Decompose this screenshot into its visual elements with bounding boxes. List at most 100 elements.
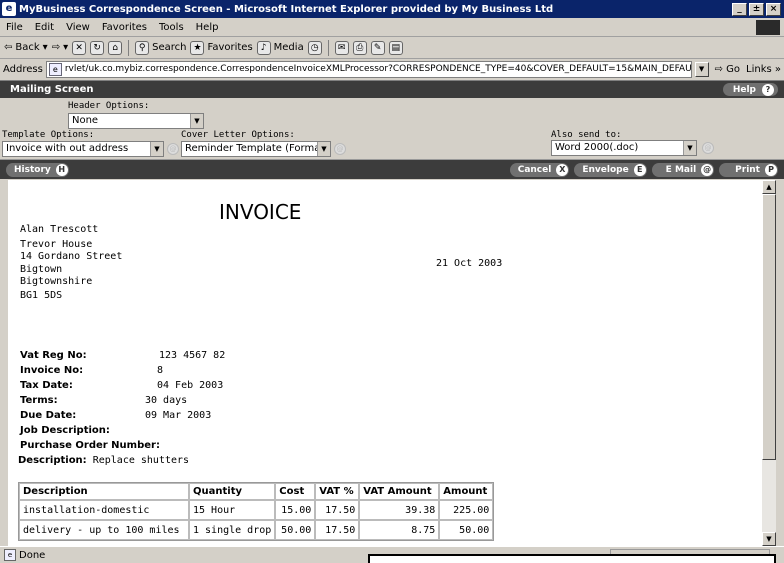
template-preview-icon: @ <box>167 143 179 155</box>
go-arrow-icon: ⇨ <box>714 64 723 75</box>
table-header-row: Description Quantity Cost VAT % VAT Amou… <box>19 483 494 500</box>
media-icon: ♪ <box>256 40 271 55</box>
email-button[interactable]: E Mail @ <box>651 162 715 177</box>
address-url: rvlet/uk.co.mybiz.correspondence.Corresp… <box>64 64 692 74</box>
close-button[interactable]: × <box>766 2 781 16</box>
table-cell: 17.50 <box>315 520 360 540</box>
template-options-label: Template Options: <box>2 130 95 140</box>
scroll-down-icon[interactable]: ▼ <box>762 532 776 546</box>
table-cell: 39.38 <box>359 500 440 520</box>
discuss-icon[interactable]: ▤ <box>388 40 403 55</box>
search-button[interactable]: ⚲ Search <box>135 40 186 55</box>
menu-view[interactable]: View <box>60 22 96 33</box>
action-bar: History H Cancel X Envelope E E Mail @ Print… <box>0 160 784 179</box>
address-label: Address <box>3 64 43 75</box>
invoice-date: 21 Oct 2003 <box>436 258 503 269</box>
help-icon: ? <box>762 83 774 96</box>
menu-help[interactable]: Help <box>190 22 225 33</box>
address-line: Trevor House <box>20 239 93 250</box>
maximize-button[interactable]: ± <box>749 2 764 16</box>
favorites-button[interactable]: ★ Favorites <box>190 40 253 55</box>
table-cell: 225.00 <box>439 500 494 520</box>
menu-favorites[interactable]: Favorites <box>96 22 153 33</box>
refresh-icon[interactable]: ↻ <box>90 40 105 55</box>
ie-logo-icon: e <box>2 2 16 16</box>
envelope-key-icon: E <box>633 163 646 176</box>
column-header: VAT Amount <box>359 483 440 500</box>
table-cell: installation-domestic <box>19 500 189 520</box>
table-cell: 17.50 <box>315 500 360 520</box>
menu-bar: File Edit View Favorites Tools Help <box>0 18 784 37</box>
address-line: Bigtown <box>20 264 63 275</box>
options-panel: Header Options: None ▼ Template Options: … <box>0 98 784 160</box>
forward-button[interactable]: ⇨ ▾ <box>52 42 68 53</box>
email-key-icon: @ <box>701 163 714 176</box>
also-send-preview-icon: @ <box>702 142 714 154</box>
links-button[interactable]: Links » <box>746 64 784 75</box>
cover-letter-preview-icon: @ <box>334 143 346 155</box>
media-button[interactable]: ♪ Media <box>256 40 304 55</box>
terms-field: Terms: <box>20 395 58 406</box>
history-icon[interactable]: ◷ <box>307 40 322 55</box>
also-send-to-select[interactable]: Word 2000(.doc) ▼ <box>551 140 697 156</box>
toolbar-separator <box>327 39 329 56</box>
toolbar-separator <box>128 39 130 56</box>
help-button[interactable]: Help? <box>722 83 778 96</box>
minimize-button[interactable]: _ <box>732 2 747 16</box>
table-cell: 1 single drop <box>189 520 276 540</box>
due-date-field: Due Date: <box>20 410 77 421</box>
column-header: Amount <box>439 483 494 500</box>
table-cell: delivery - up to 100 miles <box>19 520 189 540</box>
scroll-up-icon[interactable]: ▲ <box>762 180 776 194</box>
menu-edit[interactable]: Edit <box>29 22 60 33</box>
template-options-select[interactable]: Invoice with out address ▼ <box>2 141 164 157</box>
back-arrow-icon: ⇦ <box>4 42 13 53</box>
cover-letter-label: Cover Letter Options: <box>181 130 295 140</box>
mail-icon[interactable]: ✉ <box>334 40 349 55</box>
table-row: installation-domestic 15 Hour 15.00 17.5… <box>19 500 494 520</box>
back-button[interactable]: ⇦ Back ▾ <box>4 42 48 53</box>
scroll-thumb[interactable] <box>762 194 776 460</box>
cover-letter-select[interactable]: Reminder Template (Formal) ▼ <box>181 141 331 157</box>
address-input[interactable]: e rvlet/uk.co.mybiz.correspondence.Corres… <box>45 61 692 78</box>
menu-tools[interactable]: Tools <box>153 22 190 33</box>
title-bar: e MyBusiness Correspondence Screen - Mic… <box>0 0 784 18</box>
address-bar: Address e rvlet/uk.co.mybiz.correspondenc… <box>0 59 784 81</box>
tax-date-value: 04 Feb 2003 <box>157 380 224 391</box>
page-icon: e <box>48 63 62 76</box>
table-cell: 15.00 <box>275 500 316 520</box>
overlay-box <box>368 554 776 563</box>
edit-icon[interactable]: ✎ <box>370 40 385 55</box>
windows-logo-icon <box>756 19 780 35</box>
print-icon[interactable]: ⎙ <box>352 40 367 55</box>
tax-date-field: Tax Date: <box>20 380 73 391</box>
invoice-no-value: 8 <box>157 365 164 376</box>
address-line: BG1 5DS <box>20 290 63 301</box>
chevron-down-icon: ▼ <box>683 141 696 155</box>
stop-icon[interactable]: ✕ <box>72 40 87 55</box>
history-button[interactable]: History H <box>6 162 69 177</box>
table-cell: 15 Hour <box>189 500 276 520</box>
toolbar: ⇦ Back ▾ ⇨ ▾ ✕ ↻ ⌂ ⚲ Search ★ Favorites ♪ Me… <box>0 37 784 59</box>
purchase-order-field: Purchase Order Number: <box>20 440 160 451</box>
chevron-down-icon: ▼ <box>150 142 163 156</box>
cancel-button[interactable]: Cancel X <box>509 162 570 177</box>
header-options-select[interactable]: None ▼ <box>68 113 204 129</box>
favorites-icon: ★ <box>190 40 205 55</box>
cancel-key-icon: X <box>556 163 569 176</box>
vertical-scrollbar[interactable]: ▲ ▼ <box>762 180 776 546</box>
description-field: Description: Replace shutters <box>18 455 190 466</box>
home-icon[interactable]: ⌂ <box>108 40 123 55</box>
due-date-value: 09 Mar 2003 <box>145 410 212 421</box>
page-done-icon: e <box>4 549 16 561</box>
history-key-icon: H <box>55 163 68 176</box>
print-button[interactable]: Print P <box>719 162 778 177</box>
table-row: delivery - up to 100 miles 1 single drop… <box>19 520 494 540</box>
address-dropdown[interactable]: ▼ <box>694 62 709 77</box>
menu-file[interactable]: File <box>0 22 29 33</box>
go-button[interactable]: ⇨ Go <box>712 64 743 75</box>
address-line: 14 Gordano Street <box>20 251 123 262</box>
envelope-button[interactable]: Envelope E <box>574 162 647 177</box>
table-cell: 50.00 <box>439 520 494 540</box>
terms-value: 30 days <box>145 395 188 406</box>
